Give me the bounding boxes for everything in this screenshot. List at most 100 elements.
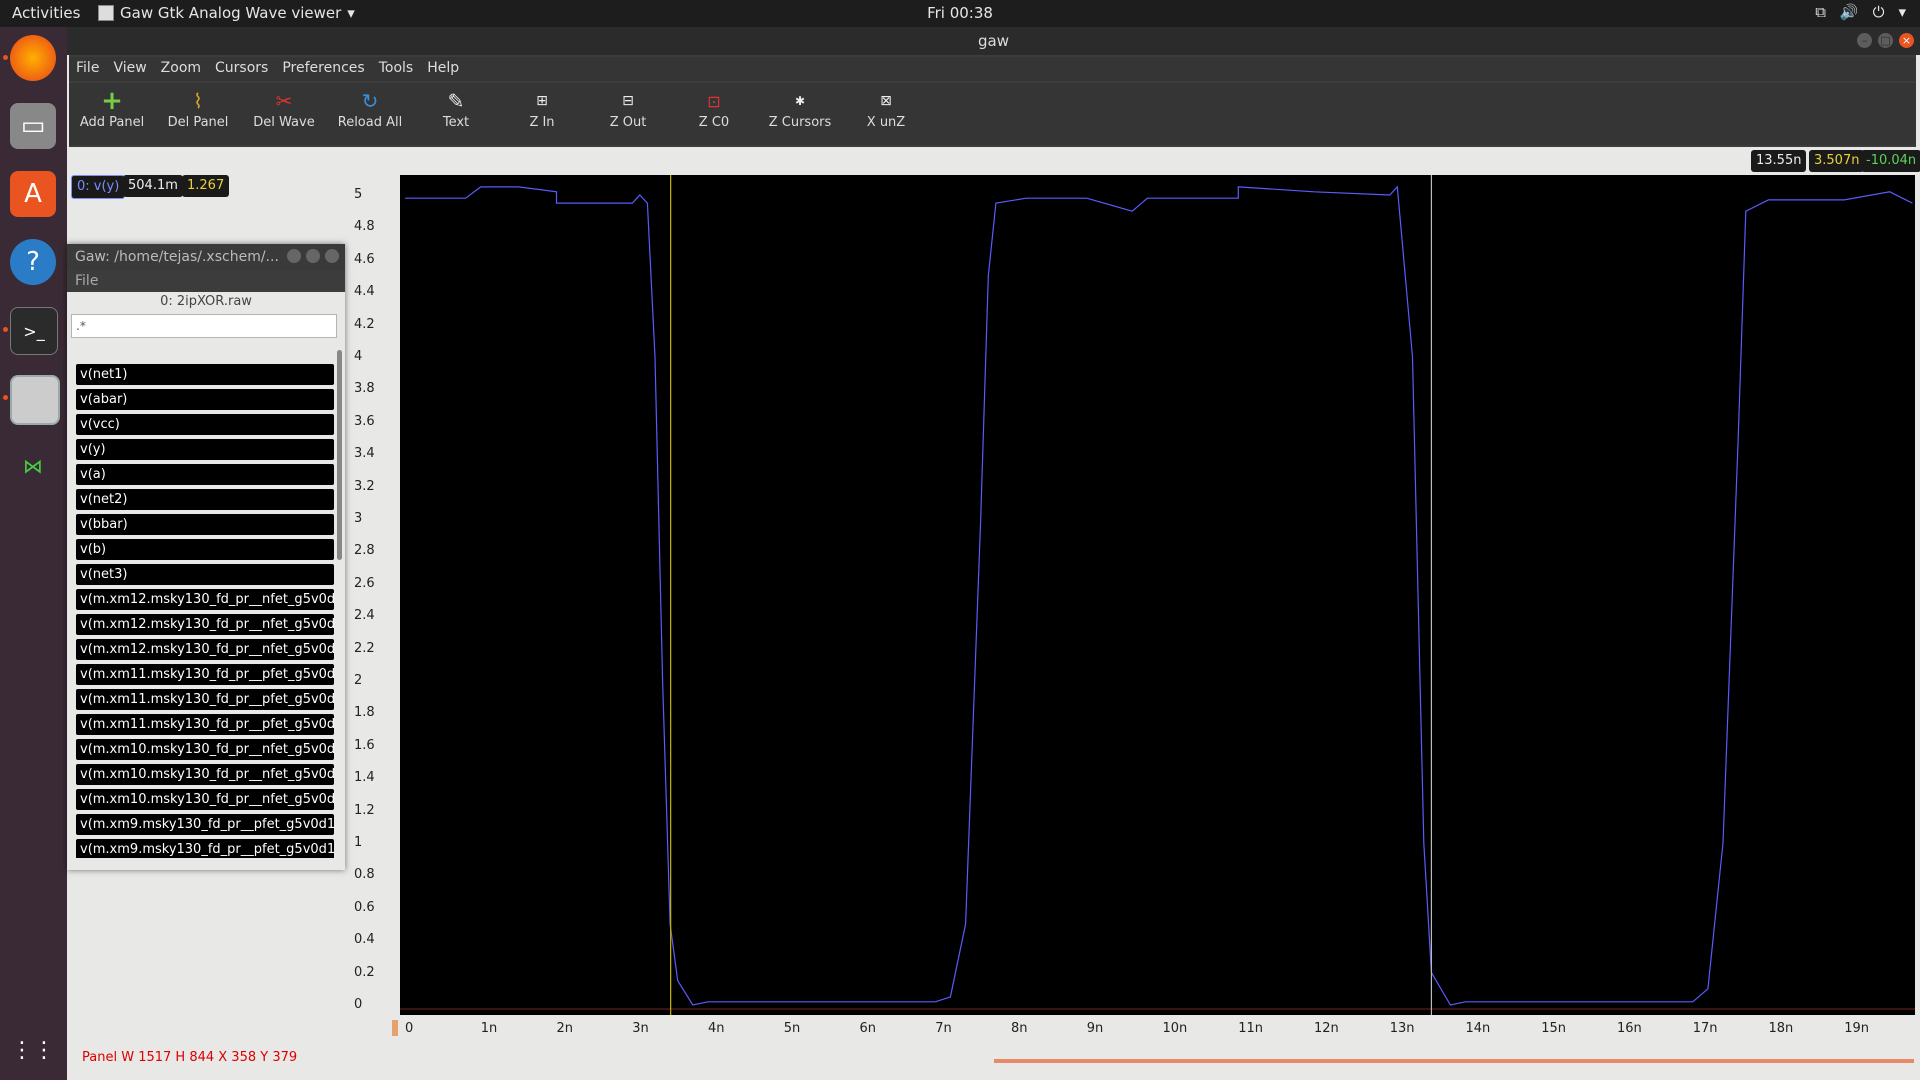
menu-file[interactable]: File: [69, 57, 106, 81]
reload-icon: ↻: [361, 89, 379, 113]
gaw-app-icon[interactable]: [10, 375, 60, 425]
reload-all-button[interactable]: ↻ Reload All: [327, 87, 413, 130]
wave-name-button[interactable]: 0: v(y): [71, 175, 126, 199]
x-tick-label: 16n: [1617, 1021, 1642, 1036]
wave-list-item[interactable]: v(m.xm10.msky130_fd_pr__nfet_g5v0d: [76, 764, 334, 785]
wave-list-item[interactable]: v(m.xm11.msky130_fd_pr__pfet_g5v0d: [76, 714, 334, 735]
maximize-button[interactable]: [306, 249, 320, 263]
files-icon[interactable]: ▭: [10, 103, 56, 149]
software-center-icon[interactable]: A: [10, 171, 56, 217]
zoom-c0-button[interactable]: ⊡ Z C0: [671, 87, 757, 131]
maximize-button[interactable]: □: [1878, 33, 1893, 48]
wave-list-item[interactable]: v(m.xm11.msky130_fd_pr__pfet_g5v0d: [76, 664, 334, 685]
x-unzoom-button[interactable]: ⊠ X unZ: [843, 87, 929, 130]
show-apps-icon[interactable]: ⋮⋮: [10, 1027, 56, 1073]
menu-cursors[interactable]: Cursors: [208, 57, 275, 81]
wave-list-item[interactable]: v(m.xm10.msky130_fd_pr__nfet_g5v0d: [76, 789, 334, 810]
x-tick-label: 14n: [1465, 1021, 1491, 1036]
menu-tools[interactable]: Tools: [372, 57, 421, 81]
x-tick-label: 13n: [1389, 1021, 1415, 1036]
wave-panel[interactable]: [400, 175, 1915, 1015]
clock[interactable]: Fri 00:38: [0, 4, 1920, 22]
text-button[interactable]: ✎ Text: [413, 87, 499, 130]
system-tray[interactable]: ⧉ 🔊 ⏻ ▾: [1815, 3, 1906, 21]
menu-preferences[interactable]: Preferences: [275, 57, 371, 81]
y-tick-label: 1.4: [354, 770, 375, 786]
wave-value0: 504.1m: [123, 175, 183, 197]
wave-list-item[interactable]: v(m.xm12.msky130_fd_pr__nfet_g5v0d: [76, 614, 334, 635]
chevron-down-icon[interactable]: ▾: [1898, 3, 1906, 21]
wave-list-item[interactable]: v(net2): [76, 489, 334, 510]
del-panel-button[interactable]: ⌇ Del Panel: [155, 87, 241, 130]
y-tick-label: 4.6: [354, 251, 375, 267]
wave-list-item[interactable]: v(m.xm10.msky130_fd_pr__nfet_g5v0d: [76, 739, 334, 760]
data-window-menu-file[interactable]: File: [67, 270, 345, 292]
menu-zoom[interactable]: Zoom: [154, 57, 208, 81]
toolbar: + Add Panel ⌇ Del Panel ✂ Del Wave ↻ Rel…: [69, 83, 1916, 145]
close-button[interactable]: ×: [1899, 33, 1914, 48]
wave-list-item[interactable]: v(m.xm12.msky130_fd_pr__nfet_g5v0d: [76, 639, 334, 660]
x-tick-label: 5n: [783, 1021, 801, 1036]
close-button[interactable]: [325, 249, 339, 263]
wave-list-item[interactable]: v(b): [76, 539, 334, 560]
wave-v-y: [405, 185, 1913, 1006]
window-title: gaw: [978, 32, 1009, 50]
y-tick-label: 2.8: [354, 543, 375, 559]
wave-list-scrollbar[interactable]: [337, 350, 342, 560]
zoom-out-button[interactable]: ⊟ Z Out: [585, 87, 671, 130]
volume-icon[interactable]: 🔊: [1840, 3, 1859, 21]
x-tick-label: 15n: [1541, 1021, 1567, 1036]
x-tick-label: 19n: [1844, 1021, 1870, 1036]
help-icon[interactable]: ?: [10, 239, 56, 285]
network-icon[interactable]: ⧉: [1815, 3, 1826, 21]
y-tick-label: 4.4: [354, 284, 375, 300]
x-tick-label: 12n: [1314, 1021, 1339, 1036]
x-tick-label: 3n: [632, 1021, 649, 1036]
scissors-icon: ✂: [275, 89, 293, 113]
x-scroll-handle[interactable]: [392, 1020, 398, 1036]
wave-list-item[interactable]: v(y): [76, 439, 334, 460]
y-tick-label: 2.4: [354, 608, 375, 624]
minimize-button[interactable]: [287, 249, 301, 263]
add-panel-button[interactable]: + Add Panel: [69, 86, 155, 130]
waveform-svg: [400, 175, 1915, 1015]
cursor0-readout: 13.55n: [1751, 150, 1807, 172]
wave-list-item[interactable]: v(net3): [76, 564, 334, 585]
y-tick-label: 2.6: [354, 575, 375, 591]
menu-help[interactable]: Help: [420, 57, 466, 81]
window-titlebar[interactable]: gaw – □ ×: [67, 27, 1920, 55]
wave-list-item[interactable]: v(net1): [76, 364, 334, 385]
wave-list-item[interactable]: v(m.xm11.msky130_fd_pr__pfet_g5v0d: [76, 689, 334, 710]
zoom-cursors-button[interactable]: ✱ Z Cursors: [757, 87, 843, 130]
x-unzoom-icon: ⊠: [880, 93, 892, 109]
zoom-cursors-icon: ✱: [794, 94, 806, 108]
wave-list-item[interactable]: v(a): [76, 464, 334, 485]
data-window[interactable]: Gaw: /home/tejas/.xschem/... File 0: 2ip…: [67, 244, 345, 870]
firefox-icon[interactable]: [10, 35, 56, 81]
wave-list-item[interactable]: v(bbar): [76, 514, 334, 535]
wave-list-item[interactable]: v(m.xm9.msky130_fd_pr__pfet_g5v0d1: [76, 814, 334, 835]
power-icon[interactable]: ⏻: [1873, 3, 1885, 21]
data-window-title[interactable]: Gaw: /home/tejas/.xschem/...: [67, 244, 345, 270]
add-panel-label: Add Panel: [79, 115, 145, 130]
zoom-in-icon: ⊞: [536, 93, 548, 109]
y-tick-label: 0.6: [354, 899, 375, 915]
del-wave-button[interactable]: ✂ Del Wave: [241, 87, 327, 130]
wave-list-item[interactable]: v(vcc): [76, 414, 334, 435]
del-panel-label: Del Panel: [167, 115, 229, 130]
minimize-button[interactable]: –: [1857, 33, 1872, 48]
running-indicator: [3, 395, 8, 400]
menu-view[interactable]: View: [106, 57, 153, 81]
x-unzoom-label: X unZ: [866, 115, 906, 130]
zoom-in-button[interactable]: ⊞ Z In: [499, 87, 585, 130]
y-tick-label: 3: [354, 511, 363, 526]
terminal-icon[interactable]: >_: [10, 307, 58, 355]
wave-list-item[interactable]: v(m.xm9.msky130_fd_pr__pfet_g5v0d1: [76, 839, 334, 858]
xschem-icon[interactable]: ⋈: [10, 443, 56, 489]
horizontal-scrollbar[interactable]: [994, 1059, 1914, 1063]
wave-list-item[interactable]: v(m.xm12.msky130_fd_pr__nfet_g5v0d: [76, 589, 334, 610]
wave-list-item[interactable]: v(abar): [76, 389, 334, 410]
y-tick-label: 1.8: [354, 705, 375, 721]
wave-filter-input[interactable]: .*: [71, 314, 337, 338]
x-tick-label: 10n: [1162, 1021, 1188, 1036]
